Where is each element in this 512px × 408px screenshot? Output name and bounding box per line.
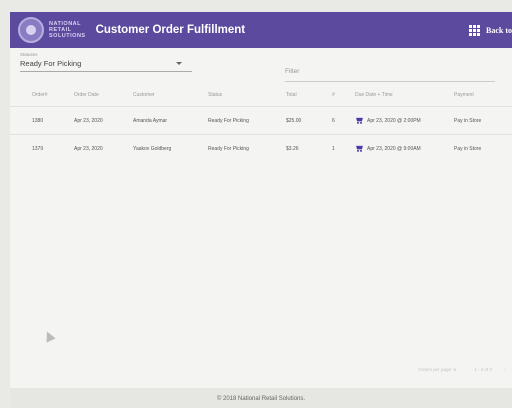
due-date: Apr 23, 2020 @ 9:00AM (355, 145, 421, 152)
order-status: Ready For Picking (208, 145, 249, 152)
status-select-value[interactable]: Ready For Picking (20, 59, 192, 72)
app-grid-icon (469, 24, 480, 36)
app-header: NATIONAL RETAIL SOLUTIONS Customer Order… (10, 12, 512, 48)
customer-name: Yaakov Goldberg (133, 145, 172, 152)
logo-badge-icon (18, 17, 44, 43)
column-header-payment[interactable]: Payment (454, 92, 474, 98)
nrs-logo: NATIONAL RETAIL SOLUTIONS (18, 17, 86, 43)
column-header-status[interactable]: Status (208, 92, 222, 98)
page-title: Customer Order Fulfillment (95, 24, 246, 36)
order-number: 1380 (32, 117, 44, 124)
back-button-label: Back to (486, 25, 512, 35)
item-count: 1 (332, 145, 335, 152)
shopping-cart-icon (355, 117, 363, 124)
order-number: 1379 (32, 145, 44, 152)
order-total: $25.00 (286, 117, 302, 124)
customer-name: Amanda Aymar (133, 117, 168, 124)
orders-table: Order# Order Date Customer Status Total … (10, 84, 512, 162)
order-date: Apr 23, 2020 (74, 117, 103, 124)
footer: © 2018 National Retail Solutions. (10, 388, 512, 408)
filter-field[interactable] (285, 60, 495, 82)
order-status: Ready For Picking (208, 117, 249, 124)
filter-input[interactable] (285, 68, 495, 75)
chevron-down-icon (176, 62, 182, 65)
column-header-order-date[interactable]: Order Date (74, 92, 99, 98)
payment-method: Pay in Store (454, 145, 482, 152)
column-header-customer[interactable]: Customer (133, 92, 155, 98)
table-row[interactable]: 1379 Apr 23, 2020 Yaakov Goldberg Ready … (10, 134, 512, 162)
item-count: 6 (332, 117, 335, 124)
due-date: Apr 23, 2020 @ 2:00PM (355, 117, 421, 124)
status-select[interactable]: Statuses Ready For Picking (20, 52, 192, 72)
order-total: $3.26 (286, 145, 299, 152)
page-range: 1 - 2 of 2 (474, 367, 492, 372)
table-header-row: Order# Order Date Customer Status Total … (10, 84, 512, 106)
column-header-order-number[interactable]: Order# (32, 92, 48, 98)
column-header-due-date[interactable]: Due Date + Time (355, 92, 393, 98)
copyright-text: © 2018 National Retail Solutions. (216, 396, 306, 402)
payment-method: Pay in Store (454, 117, 482, 124)
chevron-left-icon[interactable]: ‹ (505, 367, 507, 372)
logo-line-3: SOLUTIONS (49, 33, 86, 39)
table-row[interactable]: 1380 Apr 23, 2020 Amanda Aymar Ready For… (10, 106, 512, 134)
due-date-text: Apr 23, 2020 @ 2:00PM (367, 117, 421, 124)
order-date: Apr 23, 2020 (74, 145, 103, 152)
rows-per-page-select[interactable]: Orders per page: 5 (418, 367, 456, 372)
shopping-cart-icon (355, 145, 363, 152)
main-content: Statuses Ready For Picking Order# Order … (10, 48, 512, 388)
due-date-text: Apr 23, 2020 @ 9:00AM (367, 145, 421, 152)
column-header-total[interactable]: Total (286, 92, 297, 98)
logo-text: NATIONAL RETAIL SOLUTIONS (49, 21, 86, 39)
back-button[interactable]: Back to (469, 12, 512, 48)
status-select-label: Statuses (20, 52, 38, 57)
status-select-text: Ready For Picking (20, 59, 82, 68)
column-header-count[interactable]: # (332, 92, 335, 98)
